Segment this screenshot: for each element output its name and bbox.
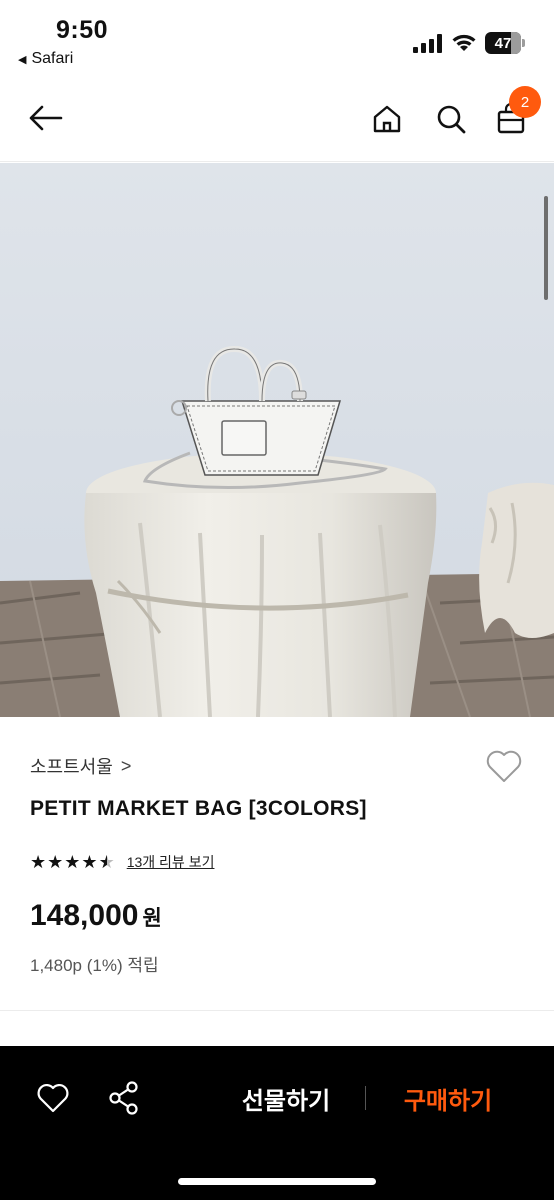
star-icon: ★	[30, 852, 47, 872]
rating-stars: ★ ★ ★ ★ ★	[30, 853, 115, 871]
review-link[interactable]: 13개 리뷰 보기	[127, 852, 215, 872]
battery-icon: 47	[485, 32, 525, 54]
search-button[interactable]	[430, 98, 472, 140]
price-value: 148,000	[30, 899, 139, 932]
back-triangle-icon: ◀	[18, 53, 27, 66]
reward-points: 1,480p (1%) 적립	[30, 956, 159, 975]
buy-button[interactable]: 구매하기	[388, 1080, 508, 1116]
brand-name: 소프트서울	[30, 757, 113, 777]
arrow-left-icon	[29, 105, 63, 131]
cart-count-badge: 2	[509, 86, 541, 118]
heart-outline-icon[interactable]	[36, 1082, 70, 1114]
product-photo-illustration	[0, 163, 554, 717]
product-image[interactable]	[0, 163, 554, 717]
status-time: 9:50	[56, 16, 109, 44]
home-button[interactable]	[366, 98, 408, 140]
bottom-action-bar: 선물하기 구매하기	[0, 1046, 554, 1200]
brand-link[interactable]: 소프트서울 >	[30, 753, 131, 779]
back-to-safari[interactable]: ◀ Safari	[18, 50, 73, 68]
share-icon[interactable]	[107, 1080, 141, 1116]
status-bar: 9:50 ◀ Safari 47	[0, 0, 554, 80]
cellular-signal-icon	[413, 34, 442, 53]
wishlist-heart-icon[interactable]	[484, 747, 524, 785]
price-currency: 원	[142, 907, 162, 930]
half-star-icon: ★	[98, 852, 115, 872]
product-title: PETIT MARKET BAG [3COLORS]	[30, 797, 367, 820]
gift-button[interactable]: 선물하기	[226, 1080, 346, 1116]
button-separator	[365, 1086, 366, 1110]
chevron-right-icon: >	[120, 755, 132, 776]
battery-level: 47	[494, 34, 512, 52]
back-app-label: Safari	[31, 50, 74, 67]
app-header	[0, 82, 554, 162]
rating-row: ★ ★ ★ ★ ★ 13개 리뷰 보기	[30, 852, 214, 872]
star-icon: ★	[64, 852, 81, 872]
image-scrollbar[interactable]	[544, 196, 548, 300]
home-indicator	[178, 1178, 376, 1185]
price: 148,000 원	[30, 899, 162, 933]
search-icon	[437, 105, 466, 134]
section-divider	[0, 1010, 554, 1011]
home-icon	[373, 105, 401, 133]
back-button[interactable]	[22, 98, 68, 138]
wifi-icon	[452, 34, 476, 51]
star-icon: ★	[81, 852, 98, 872]
star-icon: ★	[47, 852, 64, 872]
